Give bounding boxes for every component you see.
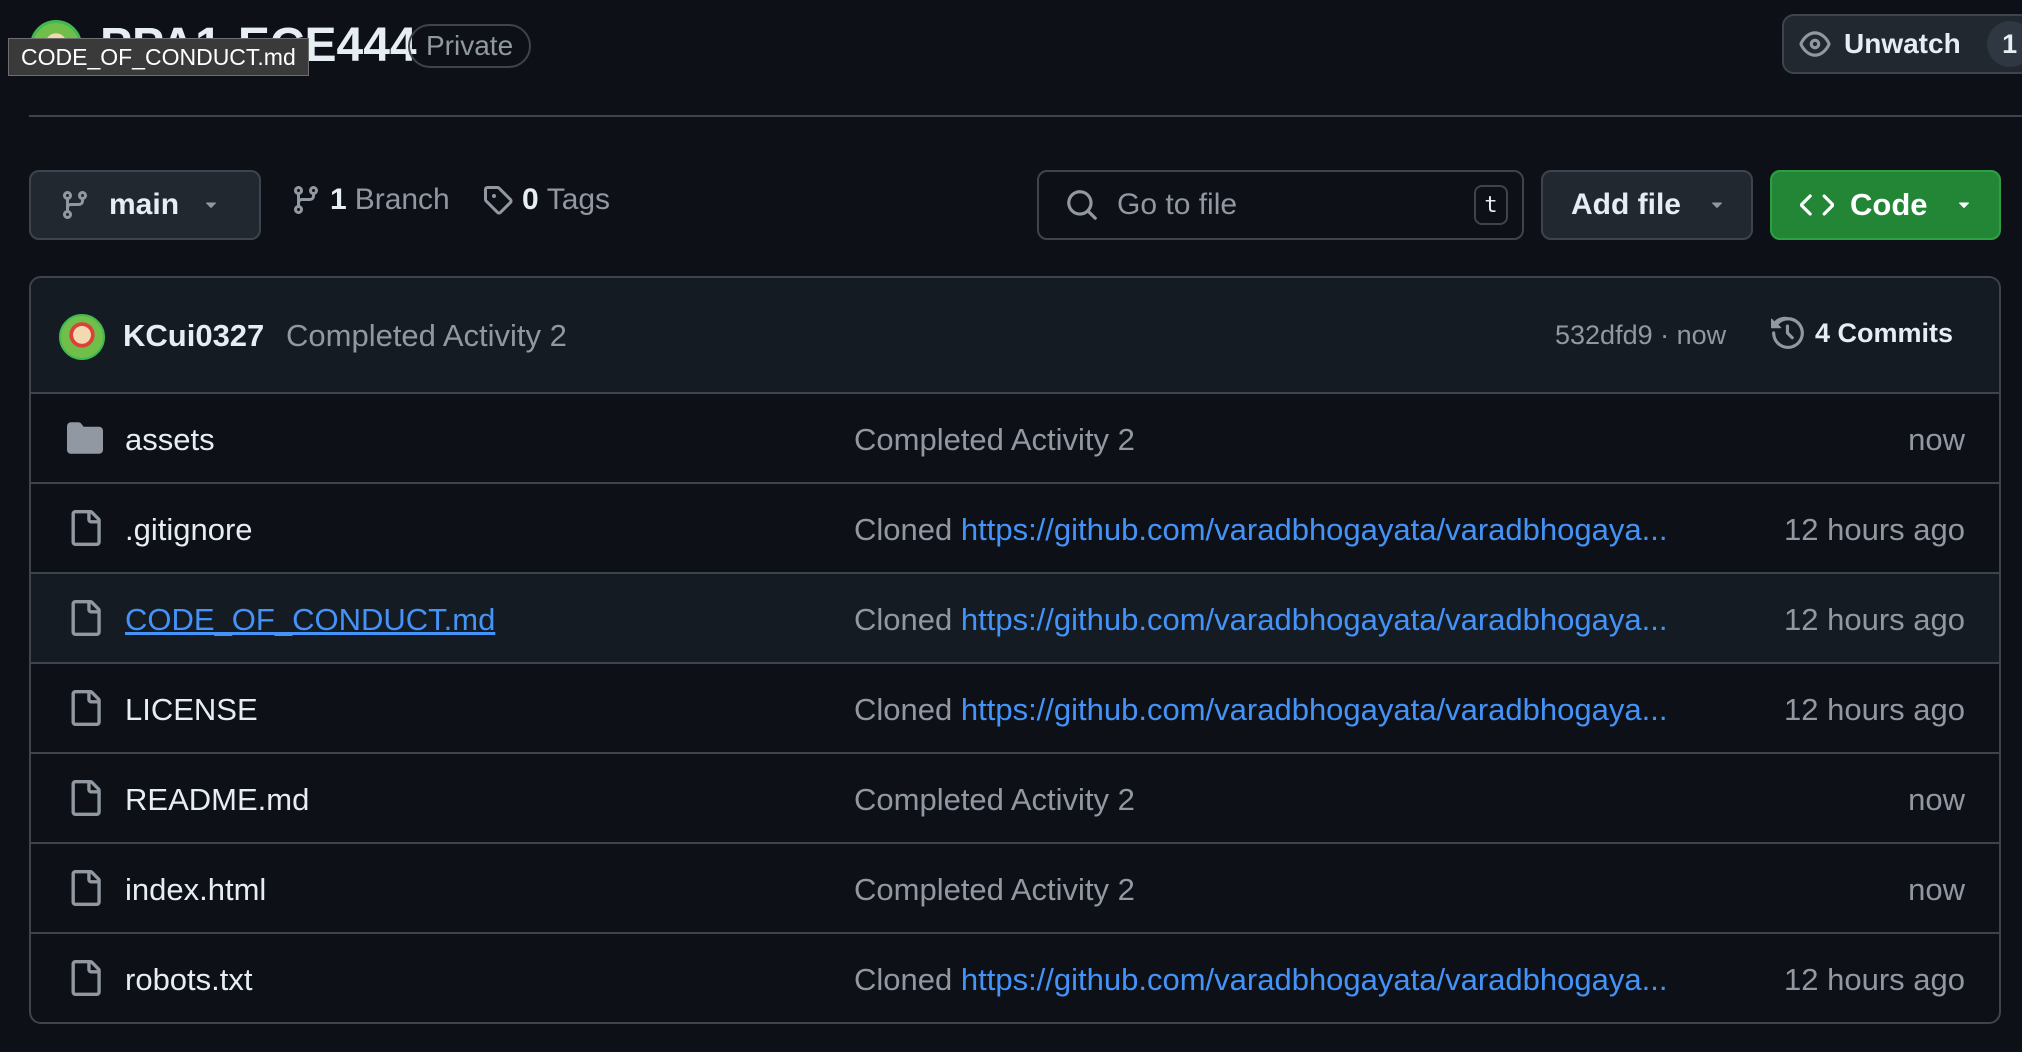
commit-author-avatar[interactable] — [59, 314, 105, 360]
file-table: KCui0327 Completed Activity 2 532dfd9 · … — [29, 276, 2001, 1024]
commits-history-link[interactable]: 4 Commits — [1771, 316, 1953, 350]
add-file-label: Add file — [1571, 188, 1681, 221]
file-row[interactable]: robots.txt Cloned https://github.com/vara… — [31, 934, 1999, 1022]
go-to-file-search[interactable]: Go to file t — [1037, 170, 1524, 240]
file-commit-message[interactable]: Cloned https://github.com/varadbhogayata… — [854, 602, 1667, 638]
commit-message-prefix: Cloned — [854, 512, 961, 547]
header-divider — [29, 115, 2022, 117]
file-row[interactable]: README.md Completed Activity 2 now — [31, 754, 1999, 844]
branches-link[interactable]: 1 Branch — [290, 183, 450, 217]
commit-message-prefix: Cloned — [854, 692, 961, 727]
file-icon — [67, 510, 103, 546]
tags-link[interactable]: 0 Tags — [482, 183, 610, 217]
commit-message-prefix: Cloned — [854, 602, 961, 637]
watch-count-badge: 1 — [1986, 21, 2022, 67]
commit-message-url[interactable]: https://github.com/varadbhogayata/varadb… — [961, 512, 1668, 547]
triangle-down-icon — [1954, 195, 1974, 215]
file-name-link[interactable]: README.md — [125, 782, 309, 818]
code-label: Code — [1850, 187, 1928, 222]
branch-count: 1 — [330, 183, 347, 216]
file-commit-message[interactable]: Cloned https://github.com/varadbhogayata… — [854, 962, 1667, 998]
file-commit-message[interactable]: Cloned https://github.com/varadbhogayata… — [854, 692, 1667, 728]
triangle-down-icon — [201, 195, 221, 215]
search-shortcut-key: t — [1474, 185, 1508, 225]
folder-icon — [67, 420, 103, 456]
file-name-link[interactable]: robots.txt — [125, 962, 253, 998]
latest-commit-bar: KCui0327 Completed Activity 2 532dfd9 · … — [31, 278, 1999, 394]
commit-message-prefix: Cloned — [854, 962, 961, 997]
commit-message[interactable]: Completed Activity 2 — [286, 318, 567, 354]
file-row[interactable]: assets Completed Activity 2 now — [31, 394, 1999, 484]
file-icon — [67, 780, 103, 816]
tag-icon — [482, 184, 514, 216]
commits-count-label: 4 Commits — [1815, 317, 1954, 348]
commit-message-url[interactable]: https://github.com/varadbhogayata/varadb… — [961, 692, 1668, 727]
file-commit-time: 12 hours ago — [1784, 602, 1965, 637]
history-icon — [1771, 316, 1805, 350]
code-icon — [1800, 188, 1834, 222]
file-commit-message[interactable]: Cloned https://github.com/varadbhogayata… — [854, 512, 1667, 548]
file-icon — [67, 600, 103, 636]
file-commit-message[interactable]: Completed Activity 2 — [854, 422, 1135, 458]
commit-message-url[interactable]: https://github.com/varadbhogayata/varadb… — [961, 962, 1668, 997]
search-icon — [1065, 188, 1099, 222]
file-commit-message[interactable]: Completed Activity 2 — [854, 872, 1135, 908]
file-name-link[interactable]: index.html — [125, 872, 266, 908]
file-commit-time: 12 hours ago — [1784, 962, 1965, 997]
unwatch-label: Unwatch — [1844, 28, 1961, 59]
file-icon — [67, 690, 103, 726]
branch-name: main — [109, 188, 180, 221]
unwatch-button[interactable]: Unwatch 1 — [1782, 14, 2022, 74]
file-row[interactable]: .gitignore Cloned https://github.com/vara… — [31, 484, 1999, 574]
filename-tooltip: CODE_OF_CONDUCT.md — [8, 38, 309, 76]
branch-selector-button[interactable]: main — [29, 170, 261, 240]
git-branch-icon — [59, 189, 91, 221]
file-name-link[interactable]: .gitignore — [125, 512, 253, 548]
git-branch-icon — [290, 184, 322, 216]
file-name-link[interactable]: assets — [125, 422, 215, 458]
branch-label: Branch — [354, 183, 450, 216]
file-row[interactable]: CODE_OF_CONDUCT.md Cloned https://github.… — [31, 574, 1999, 664]
tag-count: 0 — [522, 183, 539, 216]
search-placeholder: Go to file — [1117, 188, 1238, 221]
file-commit-message[interactable]: Completed Activity 2 — [854, 782, 1135, 818]
commit-message-url[interactable]: https://github.com/varadbhogayata/varadb… — [961, 602, 1668, 637]
code-button[interactable]: Code — [1770, 170, 2001, 240]
commit-author[interactable]: KCui0327 — [123, 318, 264, 354]
file-name-link[interactable]: CODE_OF_CONDUCT.md — [125, 602, 495, 638]
file-commit-time: now — [1908, 872, 1965, 907]
file-icon — [67, 960, 103, 996]
file-commit-time: now — [1908, 782, 1965, 817]
file-commit-time: now — [1908, 422, 1965, 457]
file-commit-time: 12 hours ago — [1784, 692, 1965, 727]
file-icon — [67, 870, 103, 906]
triangle-down-icon — [1707, 195, 1727, 215]
add-file-button[interactable]: Add file — [1541, 170, 1753, 240]
file-row[interactable]: LICENSE Cloned https://github.com/varadbh… — [31, 664, 1999, 754]
file-row[interactable]: index.html Completed Activity 2 now — [31, 844, 1999, 934]
commit-sha-time[interactable]: 532dfd9 · now — [1555, 320, 1726, 351]
eye-icon — [1798, 27, 1832, 61]
tag-label: Tags — [546, 183, 611, 216]
file-name-link[interactable]: LICENSE — [125, 692, 258, 728]
file-commit-time: 12 hours ago — [1784, 512, 1965, 547]
visibility-badge: Private — [408, 24, 532, 68]
